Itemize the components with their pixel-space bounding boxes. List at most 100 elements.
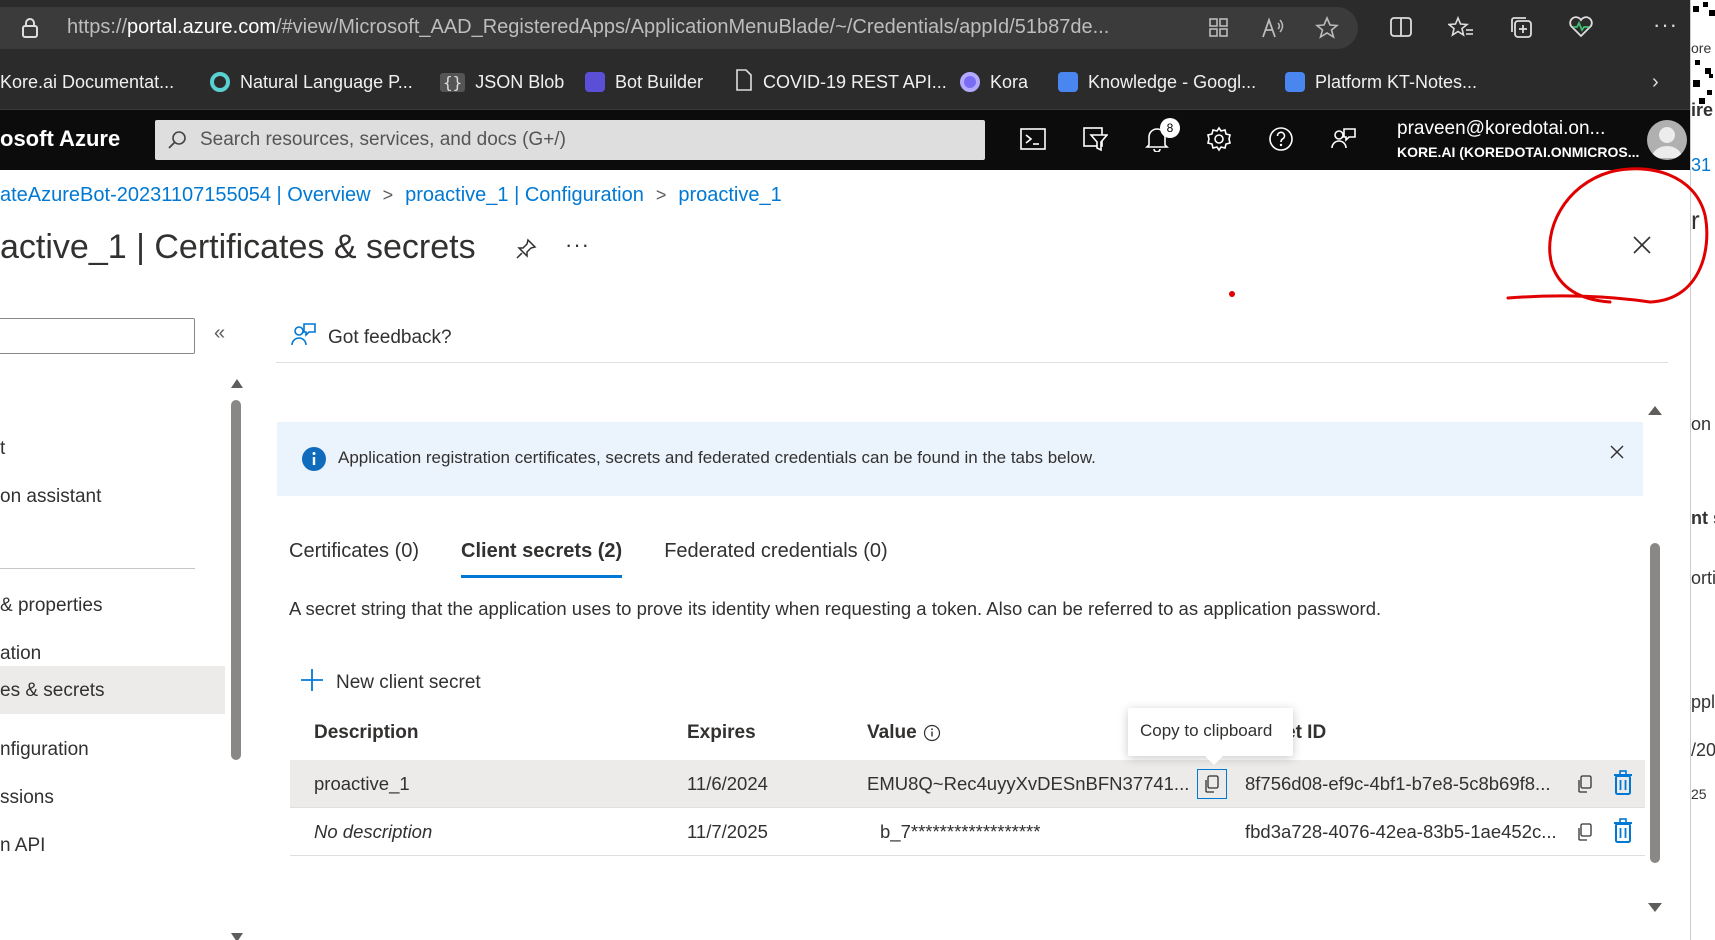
- nav-item[interactable]: & properties: [0, 583, 225, 631]
- nav-item[interactable]: nfiguration: [0, 727, 225, 775]
- section-description: A secret string that the application use…: [289, 598, 1382, 619]
- directory-filter-icon[interactable]: [1082, 126, 1108, 152]
- favorites-icon[interactable]: [1448, 14, 1474, 40]
- notification-count-badge: 8: [1160, 118, 1180, 138]
- info-circle-icon[interactable]: [923, 724, 941, 742]
- feedback-button[interactable]: Got feedback?: [290, 322, 452, 354]
- azure-brand[interactable]: osoft Azure: [0, 126, 120, 152]
- tab-certificates[interactable]: Certificates (0): [289, 540, 419, 578]
- breadcrumb-link[interactable]: ateAzureBot-20231107155054 | Overview: [0, 184, 371, 207]
- split-screen-icon[interactable]: [1388, 14, 1414, 40]
- cloud-shell-icon[interactable]: [1020, 126, 1046, 152]
- info-banner: Application registration certificates, s…: [277, 422, 1643, 496]
- nav-search-input[interactable]: [0, 318, 195, 354]
- red-annotation-dot: [1229, 291, 1235, 297]
- nav-item[interactable]: t: [0, 426, 225, 474]
- strip-text: ppl: [1691, 692, 1715, 712]
- copy-secret-id-button[interactable]: [1570, 817, 1600, 847]
- scroll-down-arrow-icon[interactable]: [1648, 900, 1662, 918]
- page-title: active_1 | Certificates & secrets: [0, 228, 476, 266]
- delete-icon[interactable]: [1613, 818, 1637, 846]
- scroll-down-arrow-icon[interactable]: [231, 930, 243, 940]
- pin-icon[interactable]: [515, 238, 537, 265]
- tab-client-secrets[interactable]: Client secrets (2): [461, 540, 623, 578]
- user-email: praveen@koredotai.on...: [1397, 118, 1606, 139]
- bookmark-item[interactable]: Kore.ai Documentat...: [0, 69, 174, 95]
- close-icon[interactable]: [1610, 445, 1624, 464]
- copy-tooltip: Copy to clipboard: [1128, 708, 1293, 765]
- nav-item-certificates-secrets[interactable]: es & secrets: [0, 666, 225, 714]
- expires-cell: 11/7/2025: [687, 821, 768, 842]
- search-placeholder: Search resources, services, and docs (G+…: [200, 129, 566, 150]
- settings-gear-icon[interactable]: [1206, 126, 1232, 152]
- azure-topbar: osoft Azure Search resources, services, …: [0, 110, 1690, 170]
- search-icon: [167, 130, 187, 155]
- value-cell: EMU8Q~Rec4uyyXvDESnBFN37741...: [867, 773, 1190, 794]
- gdoc-icon: [1058, 72, 1078, 92]
- breadcrumb-link[interactable]: proactive_1: [678, 184, 781, 207]
- info-banner-text: Application registration certificates, s…: [338, 448, 1096, 467]
- feedback-icon[interactable]: [1330, 126, 1356, 152]
- content-scrollbar[interactable]: [1650, 543, 1660, 863]
- secret-id-cell: fbd3a728-4076-42ea-83b5-1ae452c...: [1245, 821, 1557, 842]
- background-window-strip: ore ire 31 r on nt s orti ppl /20 25: [1690, 0, 1715, 940]
- bookmark-item[interactable]: Bot Builder: [585, 69, 703, 95]
- collapse-menu-icon[interactable]: «: [214, 322, 225, 345]
- secret-id-cell: 8f756d08-ef9c-4bf1-b7e8-5c8b69f8...: [1245, 773, 1551, 794]
- table-row[interactable]: proactive_1 11/6/2024 EMU8Q~Rec4uyyXvDES…: [290, 760, 1645, 808]
- help-icon[interactable]: [1268, 126, 1294, 152]
- plus-icon: [300, 668, 324, 698]
- strip-text: 25: [1691, 786, 1707, 802]
- bookmarks-more-icon[interactable]: ›: [1652, 71, 1659, 94]
- tab-federated-credentials[interactable]: Federated credentials (0): [664, 540, 887, 578]
- table-row[interactable]: No description 11/7/2025 b_7************…: [290, 808, 1645, 856]
- document-icon: [735, 68, 753, 96]
- nav-item[interactable]: ssions: [0, 775, 225, 823]
- scroll-up-arrow-icon[interactable]: [231, 375, 243, 393]
- address-bar[interactable]: https://portal.azure.com/#view/Microsoft…: [0, 7, 1358, 49]
- copy-value-button[interactable]: [1197, 769, 1227, 799]
- scroll-up-arrow-icon[interactable]: [1648, 402, 1662, 420]
- more-options-icon[interactable]: ···: [565, 232, 590, 258]
- bookmark-item[interactable]: {} JSON Blob: [440, 69, 564, 95]
- delete-icon[interactable]: [1613, 770, 1637, 798]
- column-header[interactable]: Description: [314, 722, 419, 744]
- feedback-label: Got feedback?: [328, 327, 452, 348]
- new-client-secret-label: New client secret: [336, 672, 481, 693]
- bookmark-item[interactable]: Natural Language P...: [210, 69, 413, 95]
- collections-icon[interactable]: [1508, 14, 1534, 40]
- copy-secret-id-button[interactable]: [1570, 769, 1600, 799]
- nav-item[interactable]: n API: [0, 823, 225, 871]
- gdoc-icon: [1285, 72, 1305, 92]
- breadcrumb: ateAzureBot-20231107155054 | Overview > …: [0, 184, 782, 207]
- bookmark-item[interactable]: Platform KT-Notes...: [1285, 69, 1477, 95]
- browser-more-icon[interactable]: ···: [1653, 12, 1678, 38]
- strip-text: orti: [1691, 568, 1715, 588]
- nav-item[interactable]: on assistant: [0, 474, 225, 522]
- value-cell: b_7******************: [880, 821, 1041, 842]
- browser-essentials-icon[interactable]: [1568, 14, 1594, 40]
- avatar[interactable]: [1647, 120, 1687, 160]
- column-header[interactable]: Expires: [687, 722, 756, 744]
- column-header[interactable]: Value: [867, 722, 941, 744]
- apps-icon[interactable]: [1206, 15, 1232, 41]
- bookmark-item[interactable]: Kora: [960, 69, 1028, 95]
- account-menu[interactable]: praveen@koredotai.on... KORE.AI (KOREDOT…: [1397, 118, 1639, 160]
- nav-scrollbar[interactable]: [231, 400, 241, 760]
- notifications-icon[interactable]: 8: [1144, 118, 1180, 152]
- strip-text: on: [1691, 414, 1712, 434]
- bookmarks-bar: Kore.ai Documentat... Natural Language P…: [0, 56, 1715, 110]
- bookmark-item[interactable]: Knowledge - Googl...: [1058, 69, 1256, 95]
- bookmark-item[interactable]: COVID-19 REST API...: [735, 68, 947, 96]
- botbuilder-icon: [585, 72, 605, 92]
- feedback-person-icon: [290, 322, 316, 354]
- strip-text: ire: [1691, 100, 1714, 120]
- global-search-input[interactable]: Search resources, services, and docs (G+…: [155, 120, 985, 160]
- strip-text: nt s: [1691, 508, 1715, 528]
- info-icon: [302, 447, 326, 476]
- read-aloud-icon[interactable]: [1260, 15, 1286, 41]
- lock-icon[interactable]: [20, 17, 40, 44]
- favorite-star-icon[interactable]: [1314, 15, 1340, 41]
- breadcrumb-link[interactable]: proactive_1 | Configuration: [405, 184, 644, 207]
- new-client-secret-button[interactable]: New client secret: [300, 668, 481, 698]
